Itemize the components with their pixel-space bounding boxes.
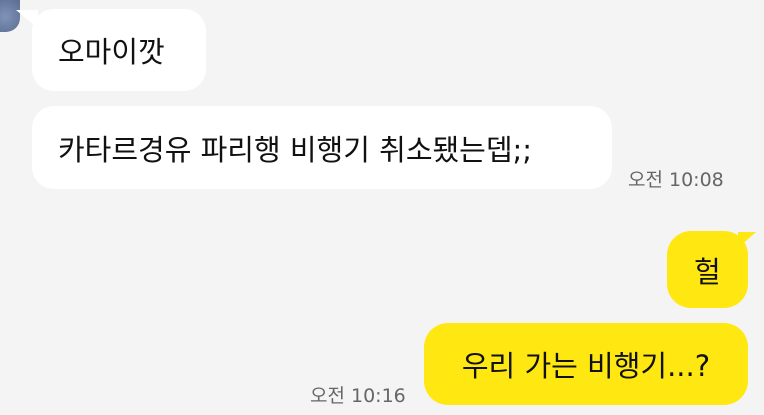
incoming-message-bubble[interactable]: 카타르경유 파리행 비행기 취소됐는뎁;; xyxy=(32,106,612,189)
incoming-message-bubble[interactable]: 오마이깟 xyxy=(32,9,206,91)
message-timestamp: 오전 10:16 xyxy=(310,385,406,407)
message-timestamp: 오전 10:08 xyxy=(628,169,724,191)
message-text: 오마이깟 xyxy=(58,35,165,69)
message-text: 카타르경유 파리행 비행기 취소됐는뎁;; xyxy=(58,132,533,167)
outgoing-message-bubble[interactable]: 우리 가는 비행기...? xyxy=(424,323,748,405)
message-text: 우리 가는 비행기...? xyxy=(461,349,711,383)
outgoing-message-bubble[interactable]: 헐 xyxy=(667,231,748,308)
message-text: 헐 xyxy=(694,254,721,289)
